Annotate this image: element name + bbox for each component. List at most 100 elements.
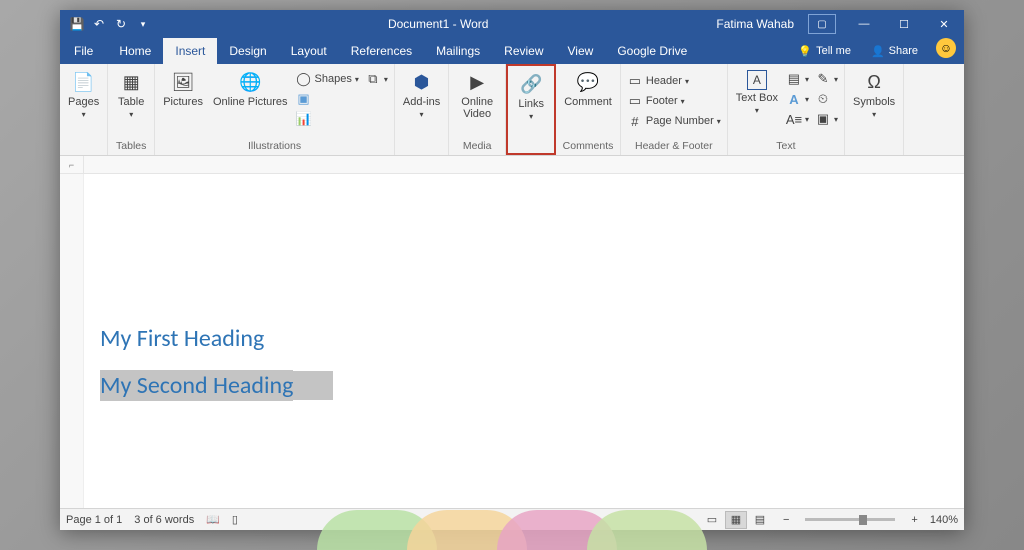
page-number-button[interactable]: #Page Number▾ — [625, 112, 723, 130]
datetime-button[interactable]: ⏲ — [813, 90, 840, 108]
maximize-button[interactable]: ☐ — [884, 10, 924, 38]
share-icon: 👤 — [871, 45, 885, 58]
group-comments: 💬 Comment Comments — [556, 64, 621, 155]
tab-references[interactable]: References — [339, 38, 424, 64]
online-pictures-icon: 🌐 — [238, 70, 262, 94]
tab-review[interactable]: Review — [492, 38, 555, 64]
group-header-footer: ▭Header▾ ▭Footer▾ #Page Number▾ Header &… — [621, 64, 728, 155]
group-links: 🔗 Links ▾ — [506, 64, 556, 155]
tab-mailings[interactable]: Mailings — [424, 38, 492, 64]
textbox-icon: A — [747, 70, 767, 90]
read-mode-button[interactable]: ▭ — [701, 511, 723, 529]
object-button[interactable]: ▣▾ — [813, 110, 840, 128]
links-button[interactable]: 🔗 Links ▾ — [512, 70, 550, 123]
dropcap-icon: A≡ — [786, 111, 802, 127]
ruler-horizontal[interactable]: ⌐ 1 2 3 4 5 6 — [60, 156, 964, 174]
ribbon-tabs: File Home Insert Design Layout Reference… — [60, 38, 964, 64]
zoom-out-button[interactable]: − — [783, 514, 789, 526]
zoom-slider[interactable] — [805, 518, 895, 521]
smartart-icon: ▣ — [296, 91, 312, 107]
ribbon-display-options-icon[interactable]: ▢ — [808, 14, 836, 34]
chart-button[interactable]: 📊 — [294, 110, 361, 128]
tab-view[interactable]: View — [556, 38, 606, 64]
screenshot-button[interactable]: ⧉▾ — [363, 70, 390, 88]
ribbon: 📄 Pages ▾ ▦ Table ▾ Tables 🖼 — [60, 64, 964, 156]
tab-google-drive[interactable]: Google Drive — [605, 38, 699, 64]
qat-customize-icon[interactable]: ▾ — [134, 15, 152, 33]
document-content: My First Heading My Second Heading — [100, 324, 333, 400]
web-layout-button[interactable]: ▤ — [749, 511, 771, 529]
online-video-label: Online Video — [457, 96, 497, 120]
pictures-button[interactable]: 🖼 Pictures — [159, 68, 207, 110]
group-tables-label: Tables — [112, 139, 150, 153]
page-canvas[interactable]: My First Heading My Second Heading — [84, 174, 964, 508]
text-selection[interactable]: My Second Heading — [100, 371, 333, 400]
pictures-label: Pictures — [163, 96, 203, 108]
tab-file[interactable]: File — [60, 38, 107, 64]
group-media-label: Media — [453, 139, 501, 153]
header-icon: ▭ — [627, 73, 643, 89]
quick-access-toolbar: 💾 ↶ ↻ ▾ — [60, 15, 160, 33]
ruler-vertical[interactable] — [60, 174, 84, 508]
pages-label: Pages — [68, 96, 99, 108]
print-layout-button[interactable]: ▦ — [725, 511, 747, 529]
symbols-button[interactable]: Ω Symbols ▾ — [849, 68, 899, 121]
chevron-down-icon: ▾ — [872, 110, 876, 119]
online-pictures-button[interactable]: 🌐 Online Pictures — [209, 68, 292, 110]
tab-layout[interactable]: Layout — [279, 38, 339, 64]
links-label: Links — [518, 98, 544, 110]
dropcap-button[interactable]: A≡▾ — [784, 110, 811, 128]
zoom-in-button[interactable]: + — [911, 514, 917, 526]
online-video-button[interactable]: ▶ Online Video — [453, 68, 501, 122]
user-name[interactable]: Fatima Wahab — [716, 17, 794, 31]
macro-icon[interactable]: ▯ — [232, 513, 238, 526]
wordart-icon: A — [786, 91, 802, 107]
minimize-button[interactable]: — — [844, 10, 884, 38]
table-button[interactable]: ▦ Table ▾ — [112, 68, 150, 121]
zoom-thumb[interactable] — [859, 515, 867, 525]
status-page[interactable]: Page 1 of 1 — [66, 514, 122, 526]
spellcheck-icon[interactable]: 📖 — [206, 513, 220, 526]
group-addins: ⬢ Add-ins ▾ — [395, 64, 449, 155]
group-comments-label: Comments — [560, 139, 616, 153]
chevron-down-icon: ▾ — [129, 110, 133, 119]
signature-icon: ✎ — [815, 71, 831, 87]
undo-icon[interactable]: ↶ — [90, 15, 108, 33]
redo-icon[interactable]: ↻ — [112, 15, 130, 33]
textbox-button[interactable]: A Text Box ▾ — [732, 68, 782, 117]
header-button[interactable]: ▭Header▾ — [625, 72, 723, 90]
pages-button[interactable]: 📄 Pages ▾ — [64, 68, 103, 121]
signature-button[interactable]: ✎▾ — [813, 70, 840, 88]
chevron-down-icon: ▾ — [82, 110, 86, 119]
share-button[interactable]: 👤 Share — [861, 38, 928, 64]
status-words[interactable]: 3 of 6 words — [134, 514, 194, 526]
addins-icon: ⬢ — [410, 70, 434, 94]
tab-insert[interactable]: Insert — [163, 38, 217, 64]
tab-design[interactable]: Design — [217, 38, 278, 64]
comment-button[interactable]: 💬 Comment — [560, 68, 616, 110]
heading-2[interactable]: My Second Heading — [100, 370, 293, 401]
footer-button[interactable]: ▭Footer▾ — [625, 92, 723, 110]
zoom-level[interactable]: 140% — [930, 514, 958, 526]
shapes-button[interactable]: ◯Shapes▾ — [294, 70, 361, 88]
feedback-smiley-icon[interactable]: ☺ — [936, 38, 956, 58]
chevron-down-icon: ▾ — [529, 112, 533, 121]
tell-me[interactable]: 💡 Tell me — [788, 38, 861, 64]
illustrations-small-2: ⧉▾ — [363, 68, 390, 88]
tab-home[interactable]: Home — [107, 38, 163, 64]
view-buttons: ▭ ▦ ▤ — [701, 511, 771, 529]
save-icon[interactable]: 💾 — [68, 15, 86, 33]
tell-me-label: Tell me — [816, 45, 851, 57]
textbox-label: Text Box — [736, 92, 778, 104]
heading-1[interactable]: My First Heading — [100, 324, 333, 353]
close-button[interactable]: ✕ — [924, 10, 964, 38]
group-addins-label — [399, 151, 444, 153]
link-icon: 🔗 — [519, 72, 543, 96]
smartart-button[interactable]: ▣ — [294, 90, 361, 108]
wordart-button[interactable]: A▾ — [784, 90, 811, 108]
datetime-icon: ⏲ — [815, 91, 831, 107]
group-text-label: Text — [732, 139, 840, 153]
addins-button[interactable]: ⬢ Add-ins ▾ — [399, 68, 444, 121]
quickparts-button[interactable]: ▤▾ — [784, 70, 811, 88]
text-small-col: ▤▾ A▾ A≡▾ — [784, 68, 811, 128]
